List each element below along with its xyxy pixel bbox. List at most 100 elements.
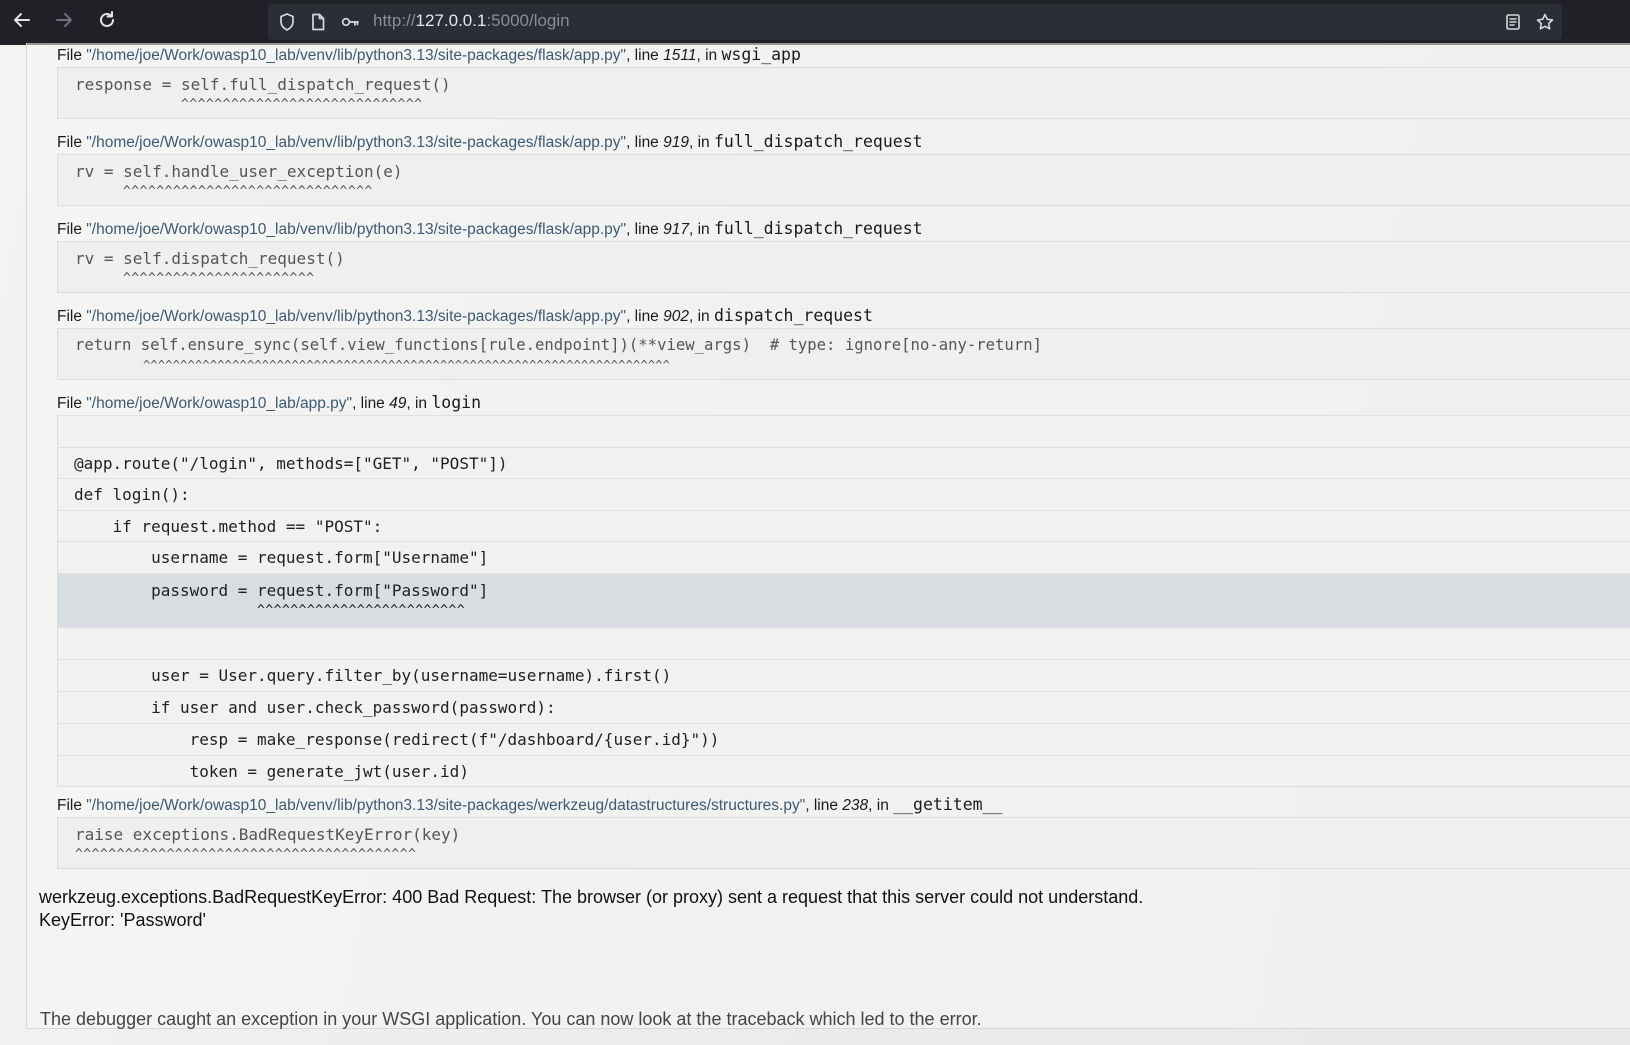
source-line [57,627,1630,659]
file-label: File [57,134,87,151]
back-arrow-icon [12,10,32,34]
in-label: , in [406,395,432,412]
in-label: , in [689,308,714,325]
page-icon[interactable] [308,12,328,32]
line-number: 902 [663,308,689,325]
function-name: __getitem__ [893,795,1003,814]
source-code: password = request.form["Password"] [74,581,489,600]
url-suffix: :5000/login [486,11,570,30]
code-line: rv = self.handle_user_exception(e) [75,162,403,181]
source-code: token = generate_jwt(user.id) [74,762,469,781]
line-number: 238 [842,797,869,814]
source-code: @app.route("/login", methods=["GET", "PO… [74,454,508,473]
reader-view-icon[interactable] [1503,12,1523,32]
source-code: username = request.form["Username"] [74,548,489,567]
frame-header[interactable]: File "/home/joe/Work/owasp10_lab/venv/li… [57,795,1002,815]
exception-message: werkzeug.exceptions.BadRequestKeyError: … [39,887,1144,907]
url-host: 127.0.0.1 [415,11,487,30]
function-name: dispatch_request [713,306,873,325]
debugger-explanation: The debugger caught an exception in your… [40,1009,982,1029]
frame-header[interactable]: File "/home/joe/Work/owasp10_lab/venv/li… [57,132,923,152]
frame-header[interactable]: File "/home/joe/Work/owasp10_lab/venv/li… [57,219,923,239]
debugger-page: File "/home/joe/Work/owasp10_lab/venv/li… [0,43,1630,1045]
function-name: login [431,393,482,412]
function-name: full_dispatch_request [713,132,923,151]
error-carets: ^^^^^^^^^^^^^^^^^^^^^^^^^^^^^^^^^^^^^^^^… [75,847,417,862]
code-block[interactable]: return self.ensure_sync(self.view_functi… [57,328,1630,380]
function-name: full_dispatch_request [713,219,923,238]
line-number: 1511 [663,47,697,64]
in-label: , in [689,221,714,238]
source-line [57,415,1630,447]
line-label: , line [626,134,664,151]
forward-arrow-icon [54,10,74,34]
frame-header[interactable]: File "/home/joe/Work/owasp10_lab/app.py"… [57,393,481,413]
code-block[interactable]: rv = self.handle_user_exception(e) ^^^^^… [57,154,1630,206]
source-line: user = User.query.filter_by(username=use… [57,659,1630,691]
function-name: wsgi_app [721,45,801,64]
line-label: , line [352,395,390,412]
source-line: def login(): [57,478,1630,510]
source-code: def login(): [74,485,190,504]
url-prefix: http:// [373,11,416,30]
code-block[interactable]: raise exceptions.BadRequestKeyError(key)… [57,817,1630,869]
bookmark-star-icon[interactable] [1535,12,1555,32]
code-block[interactable]: rv = self.dispatch_request() ^^^^^^^^^^^… [57,241,1630,293]
file-path: "/home/joe/Work/owasp10_lab/venv/lib/pyt… [86,308,627,325]
line-number: 919 [663,134,689,151]
file-label: File [57,797,87,814]
error-carets: ^^^^^^^^^^^^^^^^^^^^^^^^^^^^^ [181,97,423,112]
code-line: raise exceptions.BadRequestKeyError(key) [75,825,461,844]
code-line: rv = self.dispatch_request() [75,249,345,268]
line-label: , line [626,221,664,238]
source-code: user = User.query.filter_by(username=use… [74,666,672,685]
line-label: , line [805,797,843,814]
forward-button[interactable] [51,9,77,35]
error-carets: ^^^^^^^^^^^^^^^^^^^^^^^^^^^^^^ [123,184,373,199]
file-path: "/home/joe/Work/owasp10_lab/venv/lib/pyt… [86,797,806,814]
file-label: File [57,308,87,325]
frame-header[interactable]: File "/home/joe/Work/owasp10_lab/venv/li… [57,45,801,65]
source-code: resp = make_response(redirect(f"/dashboa… [74,730,720,749]
in-label: , in [696,47,722,64]
back-button[interactable] [9,9,35,35]
file-path: "/home/joe/Work/owasp10_lab/app.py" [86,395,353,412]
key-icon[interactable] [340,12,360,32]
error-carets: ^^^^^^^^^^^^^^^^^^^^^^^^^^^^^^^^^^^^^^^^… [143,358,671,372]
browser-toolbar: http://127.0.0.1:5000/login [0,0,1630,45]
line-number: 917 [663,221,689,238]
in-label: , in [689,134,714,151]
source-line: token = generate_jwt(user.id) [57,755,1630,787]
file-label: File [57,47,87,64]
current-source-line: password = request.form["Password"] ^^^^… [57,573,1630,627]
in-label: , in [868,797,894,814]
file-path: "/home/joe/Work/owasp10_lab/venv/lib/pyt… [86,134,627,151]
code-line: response = self.full_dispatch_request() [75,75,451,94]
traceback: File "/home/joe/Work/owasp10_lab/venv/li… [26,43,1630,1029]
error-carets: ^^^^^^^^^^^^^^^^^^^^^^^^^ [257,603,466,618]
source-line: if user and user.check_password(password… [57,691,1630,723]
key-error: KeyError: 'Password' [39,910,206,930]
source-code: if request.method == "POST": [74,517,383,536]
reload-icon [97,10,117,34]
file-path: "/home/joe/Work/owasp10_lab/venv/lib/pyt… [86,221,627,238]
source-line: resp = make_response(redirect(f"/dashboa… [57,723,1630,755]
line-label: , line [626,308,664,325]
line-number: 49 [389,395,407,412]
file-label: File [57,395,87,412]
line-label: , line [626,47,664,64]
code-block[interactable]: response = self.full_dispatch_request() … [57,67,1630,119]
file-path: "/home/joe/Work/owasp10_lab/venv/lib/pyt… [86,47,627,64]
code-line: return self.ensure_sync(self.view_functi… [75,336,1042,354]
error-carets: ^^^^^^^^^^^^^^^^^^^^^^^ [123,271,315,286]
source-line: @app.route("/login", methods=["GET", "PO… [57,447,1630,478]
shield-icon[interactable] [277,12,297,32]
source-line: username = request.form["Username"] [57,541,1630,573]
frame-header[interactable]: File "/home/joe/Work/owasp10_lab/venv/li… [57,306,873,326]
source-line: if request.method == "POST": [57,510,1630,541]
url-text[interactable]: http://127.0.0.1:5000/login [373,11,570,31]
file-label: File [57,221,87,238]
url-bar[interactable]: http://127.0.0.1:5000/login [268,4,1562,40]
source-code: if user and user.check_password(password… [74,698,556,717]
reload-button[interactable] [94,9,120,35]
